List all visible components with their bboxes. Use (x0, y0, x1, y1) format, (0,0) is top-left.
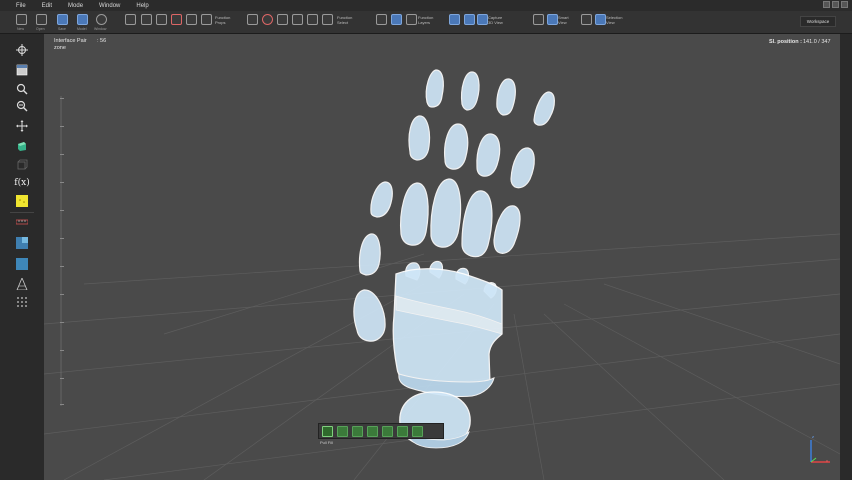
fill-a-icon[interactable] (352, 425, 363, 437)
save-icon[interactable] (57, 14, 68, 25)
fill-e-icon[interactable] (412, 425, 423, 437)
crosshair-icon[interactable] (16, 44, 28, 56)
function-layers-label: Function Layers (418, 15, 434, 25)
grid-dots-icon[interactable] (16, 296, 28, 308)
fill-toolbar (318, 423, 444, 439)
menu-edit[interactable]: Edit (34, 3, 60, 9)
selection-view-a-icon[interactable] (581, 14, 592, 25)
fill-half-icon[interactable] (337, 425, 348, 437)
layer-cube-icon[interactable] (16, 237, 28, 249)
function-select-label: Function Select (337, 15, 353, 25)
fill-c-icon[interactable] (382, 425, 393, 437)
smart-view-label: Smart View (558, 15, 569, 25)
restore-icon[interactable] (832, 1, 839, 8)
triangle-icon[interactable] (16, 278, 28, 290)
interface-pair-zone-label: Interface Pair zone (54, 38, 87, 51)
heel-bone (399, 391, 471, 449)
proximal-phalanges (400, 178, 521, 258)
capture-a-icon[interactable] (449, 14, 460, 25)
carpal-block (392, 268, 503, 397)
calendar-icon[interactable] (16, 64, 28, 76)
zoom-in-icon[interactable] (16, 83, 28, 95)
model-icon[interactable] (77, 14, 88, 25)
window-gear-icon[interactable] (96, 14, 107, 25)
distal-phalanges (425, 69, 555, 126)
axis-z-label: z (812, 434, 814, 439)
save-label: Save (58, 27, 66, 31)
toolbar-divider (10, 212, 34, 213)
selection-view-label: Selection View (606, 15, 623, 25)
interface-pair-zone-value: : 56 (97, 38, 107, 44)
select-zoom-icon[interactable] (247, 14, 258, 25)
left-toolbar: f(x) (0, 34, 44, 480)
slice-position-label: Sl. position : (769, 39, 802, 45)
smart-view-b-icon[interactable] (547, 14, 558, 25)
open-label: Open (36, 27, 45, 31)
cube-outline-icon[interactable] (16, 159, 28, 171)
minimize-icon[interactable] (823, 1, 830, 8)
menu-help[interactable]: Help (128, 3, 156, 9)
fill-full-icon[interactable] (322, 425, 333, 437)
capture-3d-view-label: Capture 3D View (488, 15, 503, 25)
menu-window[interactable]: Window (91, 3, 128, 9)
menu-file[interactable]: File (0, 3, 34, 9)
layers-link-icon[interactable] (376, 14, 387, 25)
window-label: Window (94, 27, 107, 31)
3d-viewport[interactable]: Interface Pair zone : 56 Sl. position : … (44, 34, 840, 480)
cube-icon[interactable] (16, 140, 28, 152)
function-icon[interactable]: f(x) (13, 177, 31, 189)
viewport-scene (44, 69, 840, 480)
fill-d-icon[interactable] (397, 425, 408, 437)
function-props-label: Function Props (215, 15, 231, 25)
open-file-icon[interactable] (36, 14, 47, 25)
move-icon[interactable] (16, 120, 28, 132)
middle-phalanges (408, 115, 535, 189)
fill-b-icon[interactable] (367, 425, 378, 437)
menu-mode[interactable]: Mode (60, 3, 91, 9)
right-panel-strip (840, 34, 852, 480)
target-icon[interactable] (307, 14, 318, 25)
layers-cube-icon[interactable] (391, 14, 402, 25)
main-toolbar: New Open Save Model Window Function Prop… (0, 11, 852, 34)
new-label: New (17, 27, 25, 31)
smart-view-a-icon[interactable] (533, 14, 544, 25)
tool-crop-icon[interactable] (171, 14, 182, 25)
window-controls (823, 1, 848, 8)
slice-position-value: 141.0 / 347 (803, 39, 831, 45)
tool-select-icon[interactable] (125, 14, 136, 25)
plane-icon[interactable] (277, 14, 288, 25)
yellow-square-icon[interactable] (16, 195, 28, 207)
workspace-button[interactable]: Workspace (800, 16, 836, 27)
square-select-icon[interactable] (292, 14, 303, 25)
blue-square-icon[interactable] (16, 258, 28, 270)
layers-stack-icon[interactable] (406, 14, 417, 25)
close-icon[interactable] (841, 1, 848, 8)
tool-line-icon[interactable] (141, 14, 152, 25)
tool-props-icon[interactable] (201, 14, 212, 25)
thumb-bones (353, 181, 393, 342)
menu-bar: File Edit Mode Window Help (0, 0, 852, 11)
pull-fill-label: Pull Fill (320, 440, 333, 445)
capture-c-icon[interactable] (477, 14, 488, 25)
rotate-icon[interactable] (262, 14, 273, 25)
tool-edit-icon[interactable] (156, 14, 167, 25)
zoom-out-icon[interactable] (16, 100, 28, 112)
tool-transform-icon[interactable] (186, 14, 197, 25)
capture-b-icon[interactable] (464, 14, 475, 25)
new-file-icon[interactable] (16, 14, 27, 25)
text-select-icon[interactable] (322, 14, 333, 25)
model-label: Model (77, 27, 87, 31)
ruler-icon[interactable] (16, 216, 28, 228)
axis-x-label: x (826, 458, 828, 463)
selection-view-b-icon[interactable] (595, 14, 606, 25)
